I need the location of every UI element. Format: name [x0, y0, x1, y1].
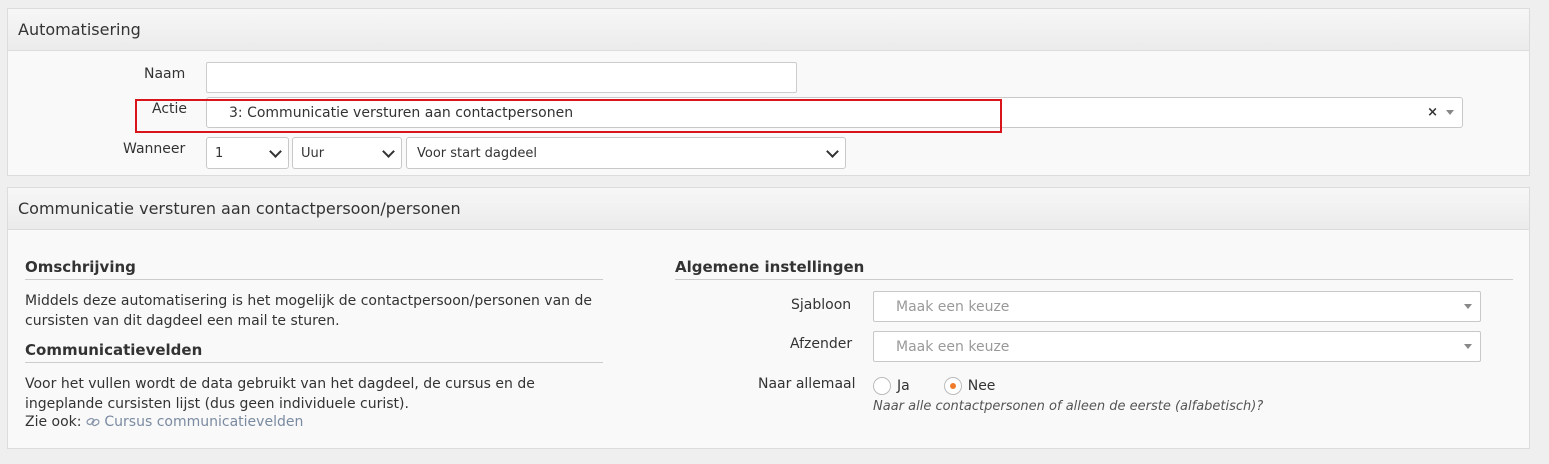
wanneer-label: Wanneer	[123, 141, 186, 157]
zie-ook-line: Zie ook: Cursus communicatievelden	[25, 412, 303, 432]
afzender-placeholder: Maak een keuze	[896, 338, 1010, 355]
naam-label: Naam	[144, 66, 186, 82]
wanneer-moment-value: Voor start dagdeel	[417, 145, 538, 161]
chevron-down-icon	[826, 144, 839, 158]
automation-panel-title: Automatisering	[8, 9, 1529, 51]
zie-ook-label: Zie ook:	[25, 414, 82, 430]
actie-value: 3: Communicatie versturen aan contactper…	[229, 104, 574, 121]
radio-ja-label[interactable]: Ja	[897, 378, 910, 394]
allemaal-label: Naar allemaal	[758, 376, 856, 392]
wanneer-amount-value: 1	[215, 145, 224, 161]
sjabloon-placeholder: Maak een keuze	[896, 298, 1010, 315]
radio-ja[interactable]	[873, 377, 891, 395]
velden-text: Voor het vullen wordt de data gebruikt v…	[25, 376, 535, 412]
naam-input[interactable]	[206, 62, 797, 93]
velden-heading: Communicatievelden	[25, 341, 603, 363]
chevron-down-icon	[1464, 344, 1472, 349]
allemaal-radio-group: Ja Nee	[873, 377, 995, 395]
omschrijving-text: Middels deze automatisering is het mogel…	[25, 293, 592, 329]
radio-nee[interactable]	[943, 377, 962, 395]
radio-selected-dot	[949, 383, 956, 389]
chevron-down-icon	[1464, 304, 1472, 309]
actie-select[interactable]: 3: Communicatie versturen aan contactper…	[206, 97, 1463, 128]
omschrijving-heading: Omschrijving	[25, 258, 603, 280]
actie-label: Actie	[152, 101, 188, 117]
radio-nee-label[interactable]: Nee	[968, 378, 996, 394]
wanneer-unit-select[interactable]: Uur	[292, 137, 402, 169]
settings-heading: Algemene instellingen	[675, 258, 1513, 280]
wanneer-moment-select[interactable]: Voor start dagdeel	[406, 137, 846, 169]
cursus-communicatievelden-link[interactable]: Cursus communicatievelden	[104, 414, 303, 430]
allemaal-hint: Naar alle contactpersonen of alleen de e…	[873, 399, 1264, 414]
link-icon	[86, 414, 104, 430]
wanneer-amount-select[interactable]: 1	[206, 137, 289, 169]
sjabloon-label: Sjabloon	[791, 297, 852, 313]
close-icon[interactable]: ×	[1427, 105, 1438, 120]
communication-panel-title: Communicatie versturen aan contactpersoo…	[8, 188, 1529, 230]
chevron-down-icon[interactable]	[1446, 110, 1454, 115]
afzender-select[interactable]: Maak een keuze	[873, 331, 1481, 362]
afzender-label: Afzender	[790, 336, 853, 352]
sjabloon-select[interactable]: Maak een keuze	[873, 291, 1481, 322]
chevron-down-icon	[269, 144, 282, 158]
chevron-down-icon	[382, 144, 395, 158]
wanneer-unit-value: Uur	[301, 145, 325, 161]
